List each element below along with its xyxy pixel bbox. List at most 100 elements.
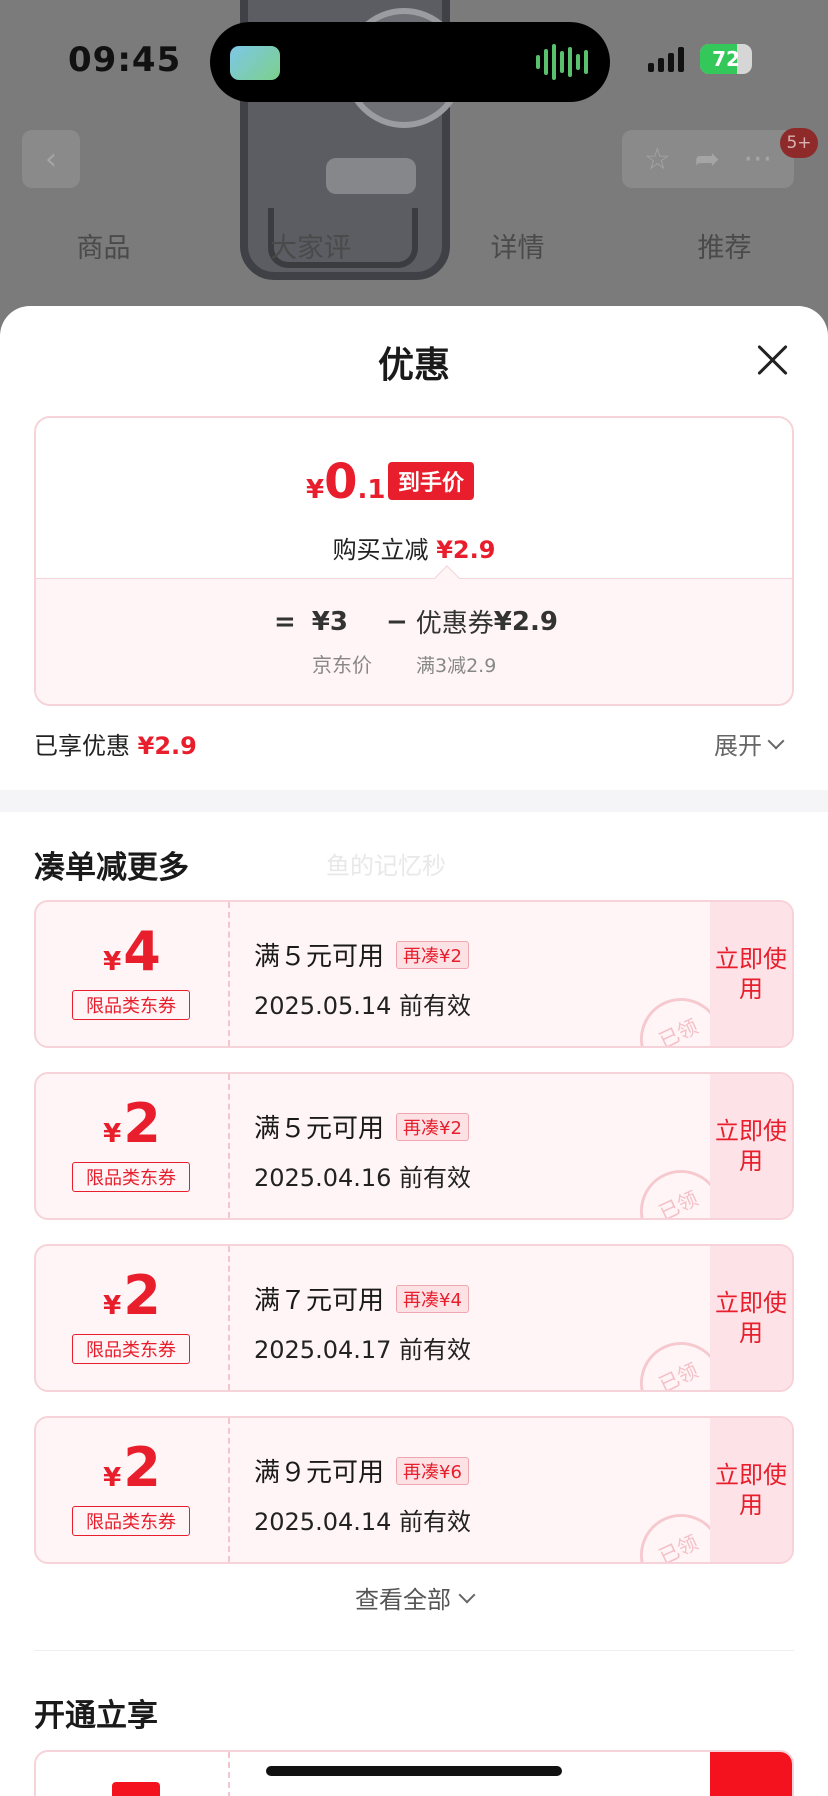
home-indicator[interactable] — [266, 1766, 562, 1776]
coupon-gap-tag: 再凑¥2 — [396, 1112, 469, 1141]
section-divider — [0, 790, 828, 812]
coupon-card[interactable]: ¥ 4 限品类东券 满５元可用 再凑¥2 2025.05.14 前有效 已领 立… — [34, 900, 794, 1048]
final-price-tag: 到手价 — [388, 462, 475, 500]
coupon-divider — [228, 1074, 230, 1218]
coupon-type-tag: 限品类东券 — [72, 990, 190, 1020]
view-all-label: 查看全部 — [355, 1586, 451, 1614]
coupon-validity: 2025.05.14 前有效 — [254, 992, 472, 1020]
view-all-button[interactable]: 查看全部 — [0, 1580, 828, 1615]
use-now-button[interactable]: 立即使用 — [710, 902, 792, 1046]
coupon-condition: 满５元可用 — [254, 1114, 385, 1144]
tab-product[interactable]: 商品 — [0, 226, 207, 265]
coupon-validity: 2025.04.16 前有效 — [254, 1164, 472, 1192]
tab-details[interactable]: 详情 — [414, 226, 621, 265]
app-thumbnail-icon — [230, 46, 280, 80]
section-title-more: 凑单减更多 — [34, 850, 189, 886]
signal-icon — [648, 46, 684, 72]
coupon-gap-tag: 再凑¥2 — [396, 940, 469, 969]
coupon-amount: 2 — [123, 1264, 161, 1327]
coupon-gap-tag: 再凑¥6 — [396, 1456, 469, 1485]
coupon-validity: 2025.04.17 前有效 — [254, 1336, 472, 1364]
more-icon[interactable]: ··· — [744, 142, 773, 177]
coupon-amount-area: ¥ 2 限品类东券 — [36, 1246, 228, 1390]
base-price-label: 京东价 — [312, 653, 372, 677]
coupon-divider — [228, 1246, 230, 1390]
coupon-amount: 4 — [123, 920, 161, 983]
coupon-currency: ¥ — [103, 1291, 122, 1321]
coupon-type-tag: 限品类东券 — [72, 1334, 190, 1364]
coupon-amount-area: ¥ 4 限品类东券 — [36, 902, 228, 1046]
use-now-button[interactable]: 立即使用 — [710, 1246, 792, 1390]
enjoyed-label: 已享优惠 — [34, 732, 130, 760]
coupon-amount: ¥2.9 — [493, 606, 558, 637]
coupon-amount: 2 — [123, 1436, 161, 1499]
chevron-down-icon — [767, 732, 785, 749]
use-now-button[interactable]: 立即使用 — [710, 1418, 792, 1562]
coupon-card[interactable]: ¥ 2 限品类东券 满７元可用 再凑¥4 2025.04.17 前有效 已领 立… — [34, 1244, 794, 1392]
expand-button[interactable]: 展开 — [714, 726, 785, 761]
product-slot — [326, 158, 416, 194]
back-button[interactable]: ‹ — [22, 130, 80, 188]
reduction-amount: ¥2.9 — [436, 536, 496, 564]
coupon-amount-area: ¥ 2 限品类东券 — [36, 1418, 228, 1562]
coupon-condition: 满７元可用 — [254, 1286, 385, 1316]
coupon-condition: 满５元可用 — [254, 942, 385, 972]
minus-sign: − — [385, 606, 408, 637]
battery-icon: 72 — [700, 44, 752, 74]
use-now-button[interactable]: 立即使用 — [710, 1074, 792, 1218]
price-breakdown-card: ¥ 0 .1 到手价 购买立减 ¥2.9 = ¥3 − 优惠券 ¥2.9 京东价… — [34, 416, 794, 706]
coupon-amount: 2 — [123, 1092, 161, 1155]
share-icon[interactable]: ➦ — [695, 142, 720, 177]
reduction-label: 购买立减 — [332, 536, 429, 564]
tab-recommend[interactable]: 推荐 — [621, 226, 828, 265]
coupon-condition-row: 满５元可用 再凑¥2 — [254, 936, 469, 973]
dynamic-island — [210, 22, 610, 102]
final-price-integer: 0 — [324, 454, 358, 510]
coupon-type-tag: 限品类东券 — [72, 1506, 190, 1536]
currency-symbol: ¥ — [306, 475, 325, 505]
base-price: ¥3 — [311, 606, 348, 637]
coupon-card[interactable]: ¥ 2 限品类东券 满９元可用 再凑¥6 2025.04.14 前有效 已领 立… — [34, 1416, 794, 1564]
coupon-value: ¥ 2 — [36, 1268, 228, 1324]
coupon-card[interactable]: ¥ 2 限品类东券 满５元可用 再凑¥2 2025.04.16 前有效 已领 立… — [34, 1072, 794, 1220]
divider-line — [34, 1650, 794, 1651]
enjoyed-amount: ¥2.9 — [137, 732, 197, 760]
coupon-badge-icon — [112, 1782, 160, 1796]
section-title-open: 开通立享 — [34, 1698, 158, 1734]
tab-reviews[interactable]: 大家评 — [207, 226, 414, 265]
coupon-label: 优惠券 — [415, 609, 494, 639]
open-now-button[interactable] — [710, 1752, 792, 1796]
coupon-condition-row: 满７元可用 再凑¥4 — [254, 1280, 469, 1317]
coupon-value: ¥ 4 — [36, 924, 228, 980]
discount-sheet: 优惠 ¥ 0 .1 到手价 购买立减 ¥2.9 = ¥3 − 优惠券 ¥2.9 … — [0, 306, 828, 1796]
final-price: ¥ 0 .1 — [306, 458, 385, 506]
final-price-decimal: .1 — [357, 475, 386, 505]
price-calc-section: = ¥3 − 优惠券 ¥2.9 京东价 满3减2.9 — [36, 578, 792, 704]
purchase-reduction: 购买立减 ¥2.9 — [36, 530, 792, 565]
expand-label: 展开 — [714, 732, 762, 760]
battery-percentage: 72 — [712, 47, 740, 71]
close-icon[interactable] — [754, 342, 790, 378]
top-actions[interactable]: ☆ ➦ ··· — [622, 130, 794, 188]
price-formula: = ¥3 − 优惠券 ¥2.9 — [274, 603, 558, 640]
final-price-section: ¥ 0 .1 到手价 购买立减 ¥2.9 — [36, 418, 792, 578]
coupon-currency: ¥ — [103, 947, 122, 977]
coupon-currency: ¥ — [103, 1463, 122, 1493]
sheet-title: 优惠 — [377, 345, 450, 386]
coupon-validity: 2025.04.14 前有效 — [254, 1508, 472, 1536]
coupon-currency: ¥ — [103, 1119, 122, 1149]
coupon-type-tag: 限品类东券 — [72, 1162, 190, 1192]
coupon-condition-row: 满９元可用 再凑¥6 — [254, 1452, 469, 1489]
status-time: 09:45 — [68, 40, 182, 80]
star-icon[interactable]: ☆ — [644, 142, 671, 177]
product-tabs: 商品 大家评 详情 推荐 — [0, 226, 828, 265]
chevron-down-icon — [458, 1586, 476, 1603]
equals-sign: = — [274, 606, 296, 637]
coupon-rule: 满3减2.9 — [416, 655, 497, 677]
enjoyed-discount: 已享优惠 ¥2.9 — [34, 726, 197, 761]
audio-wave-icon — [536, 42, 588, 82]
coupon-amount-area: ¥ 2 限品类东券 — [36, 1074, 228, 1218]
coupon-value: ¥ 2 — [36, 1440, 228, 1496]
coupon-divider — [228, 1418, 230, 1562]
notification-badge: 5+ — [780, 128, 818, 158]
